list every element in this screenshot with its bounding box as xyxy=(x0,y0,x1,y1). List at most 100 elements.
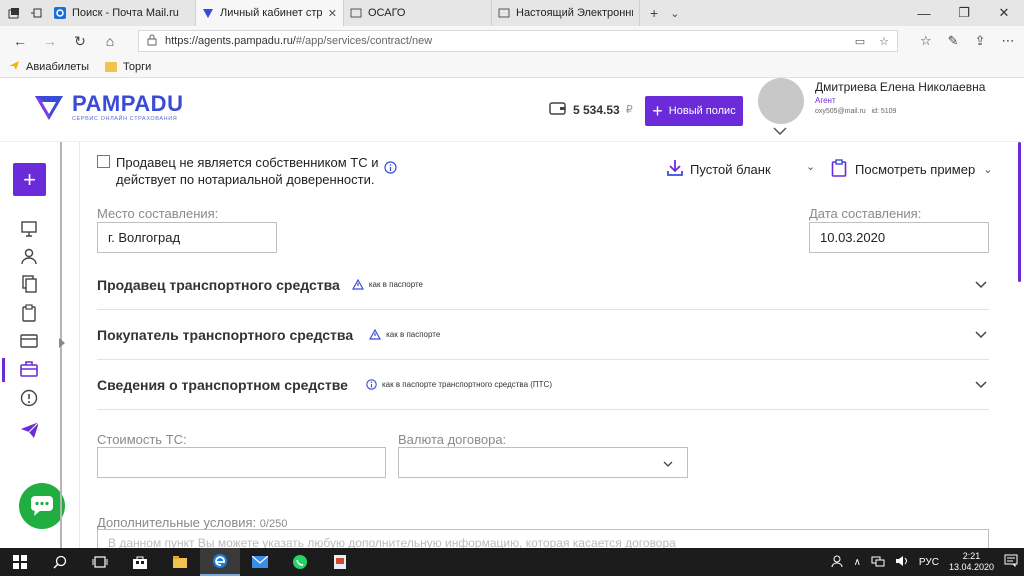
info-icon xyxy=(366,379,377,390)
notary-checkbox[interactable] xyxy=(97,155,110,168)
currency-label: Валюта договора: xyxy=(398,432,507,447)
tab-mail[interactable]: Поиск - Почта Mail.ru xyxy=(48,0,196,26)
place-input[interactable]: г. Волгоград xyxy=(97,222,277,253)
favorites-hub-icon[interactable]: ☆ xyxy=(920,33,932,49)
new-tab-icon[interactable]: + xyxy=(650,5,658,21)
empty-form-chevron-icon[interactable]: ⌄ xyxy=(806,160,815,173)
copy-icon[interactable] xyxy=(20,275,38,293)
cost-input[interactable] xyxy=(97,447,386,478)
notifications-icon[interactable] xyxy=(1004,554,1018,570)
content-border xyxy=(79,142,80,548)
network-icon[interactable] xyxy=(871,555,885,570)
sidebar-add-button[interactable]: + xyxy=(13,163,46,196)
user-email: oxy505@mail.ru xyxy=(815,108,866,115)
windows-taskbar: ∧ РУС 2:21 13.04.2020 xyxy=(0,548,1024,576)
card-icon[interactable] xyxy=(20,332,38,350)
chat-button[interactable] xyxy=(19,483,65,529)
back-icon[interactable]: ← xyxy=(12,33,28,50)
tray-expand-icon[interactable]: ∧ xyxy=(854,557,861,568)
edge-icon[interactable] xyxy=(200,548,240,576)
view-example-button[interactable]: Посмотреть пример ⌄ xyxy=(831,159,992,180)
monitor-icon[interactable] xyxy=(20,220,38,238)
language-indicator[interactable]: РУС xyxy=(919,557,939,568)
tab-title: ОСАГО xyxy=(368,7,406,19)
tab-osago[interactable]: ОСАГО xyxy=(344,0,492,26)
section-seller[interactable]: Продавец транспортного средства как в па… xyxy=(97,260,989,310)
reading-view-icon[interactable]: ▭ xyxy=(855,35,865,48)
bookmark-label: Авиабилеты xyxy=(26,60,90,73)
home-icon[interactable]: ⌂ xyxy=(102,33,118,50)
empty-form-button[interactable]: Пустой бланк xyxy=(666,159,771,180)
url-field[interactable]: https://agents.pampadu.ru/#/app/services… xyxy=(138,30,898,52)
view-example-label: Посмотреть пример xyxy=(855,162,976,177)
extra-conditions-label: Дополнительные условия: 0/250 xyxy=(97,515,287,530)
tab-electronic[interactable]: Настоящий Электронный П xyxy=(492,0,640,26)
windows-start-icon[interactable] xyxy=(0,548,40,576)
balance-widget[interactable]: 5 534.53 ₽ xyxy=(549,100,633,119)
section-buyer[interactable]: Покупатель транспортного средства как в … xyxy=(97,310,989,360)
chevron-down-icon[interactable] xyxy=(975,328,987,342)
search-icon[interactable] xyxy=(40,548,80,576)
telegram-icon[interactable] xyxy=(20,421,38,439)
minimize-icon[interactable]: — xyxy=(904,6,944,21)
new-policy-button[interactable]: + Новый полис xyxy=(645,96,743,126)
tab-pampadu[interactable]: Личный кабинет страх ✕ xyxy=(196,0,344,26)
clipboard-icon[interactable] xyxy=(20,304,38,322)
more-icon[interactable]: ⋯ xyxy=(1001,33,1014,49)
mail-icon[interactable] xyxy=(240,548,280,576)
forward-icon[interactable]: → xyxy=(42,33,58,50)
date-input[interactable]: 10.03.2020 xyxy=(809,222,989,253)
date-label: Дата составления: xyxy=(809,206,922,221)
url-host: https://agents.pampadu.ru/ xyxy=(165,35,296,47)
bookmark-torgi[interactable]: Торги xyxy=(105,61,151,73)
folder-icon xyxy=(105,61,118,72)
user-icon[interactable] xyxy=(20,247,38,265)
file-explorer-icon[interactable] xyxy=(160,548,200,576)
scrollbar-thumb[interactable] xyxy=(1018,142,1021,282)
section-hint: как в паспорте транспортного средства (П… xyxy=(366,379,552,390)
url-path: #/app/services/contract/new xyxy=(295,35,433,47)
volume-icon[interactable] xyxy=(895,555,909,570)
browser-tab-bar: Поиск - Почта Mail.ru Личный кабинет стр… xyxy=(0,0,1024,26)
section-title: Сведения о транспортном средстве xyxy=(97,376,348,393)
currency-select[interactable] xyxy=(398,447,688,478)
info-icon[interactable] xyxy=(384,161,397,179)
wallet-icon xyxy=(549,100,567,119)
section-vehicle[interactable]: Сведения о транспортном средстве как в п… xyxy=(97,360,989,410)
store-icon[interactable] xyxy=(120,548,160,576)
bookmark-flights[interactable]: Авиабилеты xyxy=(8,59,89,74)
briefcase-icon[interactable] xyxy=(20,360,38,378)
set-aside-tabs-icon[interactable] xyxy=(30,7,42,19)
tab-list-chevron-icon[interactable]: ⌄ xyxy=(670,7,679,20)
notes-pen-icon[interactable]: ✎ xyxy=(948,33,959,49)
document-app-icon[interactable] xyxy=(320,548,360,576)
clock[interactable]: 2:21 13.04.2020 xyxy=(949,551,994,573)
section-title: Покупатель транспортного средства xyxy=(97,326,354,343)
sidebar-collapse-arrow-icon[interactable] xyxy=(59,338,65,348)
avatar[interactable] xyxy=(758,78,804,124)
refresh-icon[interactable]: ↻ xyxy=(72,33,88,50)
section-hint-text: как в паспорте xyxy=(368,280,423,289)
system-tray: ∧ РУС 2:21 13.04.2020 xyxy=(830,551,1024,573)
user-menu-chevron-icon[interactable] xyxy=(773,124,787,138)
page-favicon-icon xyxy=(350,7,362,19)
restore-icon[interactable]: ❐ xyxy=(944,5,984,21)
share-icon[interactable]: ⇪ xyxy=(975,33,986,49)
mail-favicon-icon xyxy=(54,7,66,19)
chevron-down-icon[interactable] xyxy=(975,278,987,292)
close-window-icon[interactable]: ✕ xyxy=(984,5,1024,21)
currency-select-chevron-icon[interactable] xyxy=(663,458,673,470)
whatsapp-icon[interactable] xyxy=(280,548,320,576)
pampadu-logo[interactable]: PAMPADU СЕРВИС ОНЛАЙН СТРАХОВАНИЯ xyxy=(32,90,183,124)
task-view-icon[interactable] xyxy=(80,548,120,576)
chevron-down-icon[interactable] xyxy=(975,378,987,392)
place-label: Место составления: xyxy=(97,206,219,221)
close-tab-icon[interactable]: ✕ xyxy=(328,7,337,20)
alert-circle-icon[interactable] xyxy=(20,389,38,407)
favorite-star-icon[interactable]: ☆ xyxy=(879,35,889,48)
tab-manager-icon[interactable] xyxy=(8,7,20,19)
extra-conditions-textarea[interactable]: В данном пункт Вы можете указать любую д… xyxy=(97,529,989,548)
view-example-chevron-icon: ⌄ xyxy=(983,164,993,176)
balance-currency: ₽ xyxy=(625,104,633,116)
people-icon[interactable] xyxy=(830,554,844,571)
